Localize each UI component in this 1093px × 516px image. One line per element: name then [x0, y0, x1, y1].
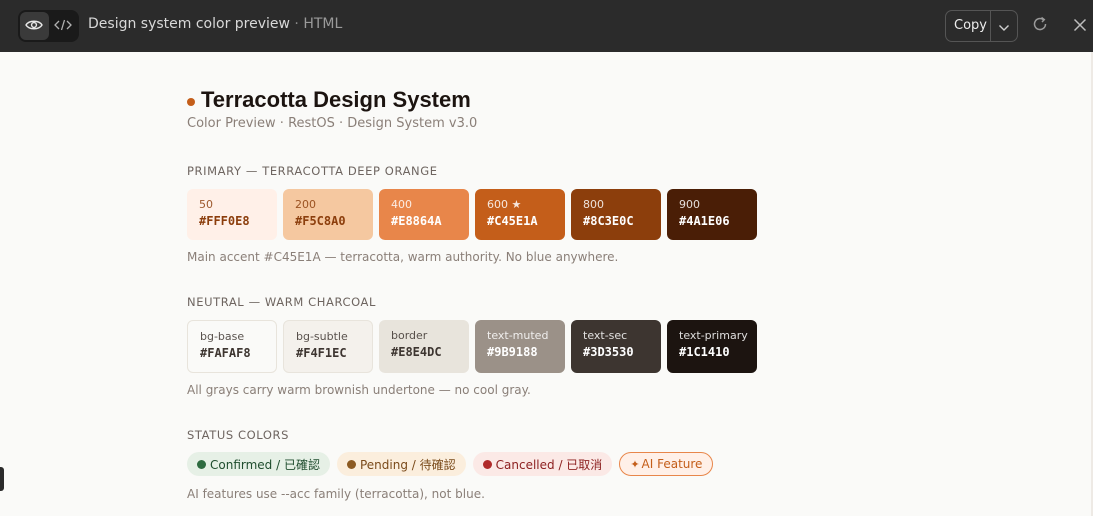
top-bar: Design system color preview · HTML Copy — [0, 0, 1093, 52]
primary-section-label: PRIMARY — TERRACOTTA DEEP ORANGE — [187, 164, 438, 178]
page-title-text: Terracotta Design System — [201, 87, 471, 112]
swatch-hex: #1C1410 — [679, 345, 730, 359]
status-pill-label: Pending / 待確認 — [359, 457, 456, 472]
swatch-name: border — [391, 329, 428, 342]
swatch-hex: #E8864A — [391, 214, 442, 228]
swatch-hex: #4A1E06 — [679, 214, 730, 228]
status-pill: ✦ AI Feature — [619, 452, 714, 476]
swatch-hex: #FFF0E8 — [199, 214, 250, 228]
color-swatch: text-muted #9B9188 — [475, 320, 565, 373]
status-pill: Cancelled / 已取消 — [472, 452, 613, 476]
status-pill-label: Cancelled / 已取消 — [495, 457, 603, 472]
title-format: HTML — [303, 16, 343, 32]
swatch-hex: #C45E1A — [487, 214, 538, 228]
neutral-section-label: NEUTRAL — WARM CHARCOAL — [187, 295, 377, 309]
swatch-name: text-primary — [679, 329, 748, 342]
title-dot — [187, 97, 195, 106]
eye-icon — [25, 17, 44, 36]
reload-button[interactable] — [1030, 16, 1050, 36]
sparkle-icon: ✦ — [630, 457, 640, 471]
status-dot — [197, 459, 206, 469]
swatch-hex: #9B9188 — [487, 345, 538, 359]
swatch-name: bg-base — [200, 330, 245, 343]
neutral-note: All grays carry warm brownish undertone … — [187, 383, 531, 397]
status-pill: Pending / 待確認 — [336, 452, 466, 476]
swatch-hex: #E8E4DC — [391, 345, 442, 359]
status-pills: Confirmed / 已確認 Pending / 待確認 Cancelled / … — [187, 452, 714, 476]
color-swatch: 400 #E8864A — [379, 189, 469, 240]
swatch-hex: #F5C8A0 — [295, 214, 346, 228]
swatch-name: 800 — [583, 198, 604, 211]
status-dot — [346, 459, 356, 469]
close-icon — [1073, 17, 1087, 36]
swatch-name: 900 — [679, 198, 700, 211]
swatch-hex: #8C3E0C — [583, 214, 634, 228]
swatch-hex: #F4F1EC — [296, 346, 347, 360]
swatch-name: bg-subtle — [296, 330, 348, 343]
color-swatch: 800 #8C3E0C — [571, 189, 661, 240]
copy-button[interactable]: Copy — [946, 11, 990, 41]
color-swatch: border #E8E4DC — [379, 320, 469, 373]
copy-group: Copy — [945, 10, 1018, 42]
status-pill-label: Confirmed / 已確認 — [210, 457, 320, 472]
color-swatch: 50 #FFF0E8 — [187, 189, 277, 240]
color-swatch: text-primary #1C1410 — [667, 320, 757, 373]
status-pill-label: AI Feature — [641, 457, 703, 471]
view-toggle[interactable] — [18, 10, 79, 42]
preview-toggle[interactable] — [20, 12, 49, 40]
copy-dropdown-button[interactable] — [991, 11, 1017, 41]
chevron-down-icon — [998, 17, 1010, 36]
window-title: Design system color preview · HTML — [88, 16, 342, 32]
color-swatch: 200 #F5C8A0 — [283, 189, 373, 240]
swatch-hex: #3D3530 — [583, 345, 634, 359]
close-button[interactable] — [1071, 16, 1089, 36]
swatch-name: 400 — [391, 198, 412, 211]
side-handle[interactable] — [0, 467, 4, 491]
status-dot — [482, 459, 492, 469]
swatch-name: 50 — [199, 198, 213, 211]
swatch-hex: #FAFAF8 — [200, 346, 251, 360]
reload-icon — [1031, 15, 1049, 37]
primary-swatches: 50 #FFF0E8 200 #F5C8A0 400 #E8864A 600 ★ #C45E1… — [187, 189, 757, 240]
code-icon — [53, 17, 72, 36]
color-swatch: 900 #4A1E06 — [667, 189, 757, 240]
color-swatch: 600 ★ #C45E1A — [475, 189, 565, 240]
code-toggle[interactable] — [49, 12, 78, 40]
status-note: AI features use --acc family (terracotta… — [187, 487, 485, 501]
neutral-swatches: bg-base #FAFAF8 bg-subtle #F4F1EC border #E8E… — [187, 320, 757, 373]
swatch-name: 200 — [295, 198, 316, 211]
swatch-name: 600 ★ — [487, 198, 522, 211]
color-swatch: bg-base #FAFAF8 — [187, 320, 277, 373]
status-section-label: STATUS COLORS — [187, 428, 290, 442]
primary-note: Main accent #C45E1A — terracotta, warm a… — [187, 250, 619, 264]
page-title: Terracotta Design System — [187, 87, 471, 113]
color-swatch: bg-subtle #F4F1EC — [283, 320, 373, 373]
title-text: Design system color preview — [88, 16, 290, 32]
swatch-name: text-muted — [487, 329, 549, 342]
title-separator: · — [294, 16, 299, 32]
page-subtitle: Color Preview · RestOS · Design System v… — [187, 116, 478, 131]
swatch-name: text-sec — [583, 329, 628, 342]
status-pill: Confirmed / 已確認 — [187, 452, 330, 476]
color-swatch: text-sec #3D3530 — [571, 320, 661, 373]
